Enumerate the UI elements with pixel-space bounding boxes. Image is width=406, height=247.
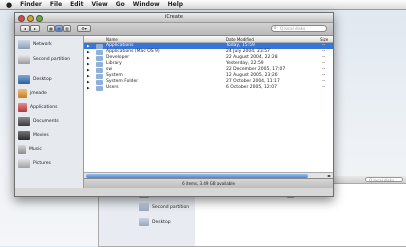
- menu-finder[interactable]: Finder: [20, 1, 42, 8]
- sidebar-item-pictures[interactable]: Pictures: [18, 159, 51, 168]
- folder-icon: [96, 56, 103, 61]
- background-sidebar-item-second-partition[interactable]: Second partition: [139, 203, 189, 211]
- sidebar-item-label: Second partition: [33, 57, 71, 62]
- menu-view[interactable]: View: [91, 1, 107, 8]
- icon-view-button[interactable]: ▦: [47, 25, 55, 32]
- sidebar-item-label: Desktop: [33, 77, 52, 82]
- network-icon: [18, 40, 30, 49]
- window-title: iCreate: [164, 14, 183, 20]
- search-icon: ⌕: [274, 26, 277, 31]
- menu-edit[interactable]: Edit: [70, 1, 83, 8]
- file-date: 6 October 2005, 12:07: [226, 85, 278, 90]
- background-sidebar-label: Desktop: [152, 219, 171, 225]
- column-header-date[interactable]: Date Modified: [226, 37, 254, 42]
- sidebar-item-label: Movies: [33, 133, 49, 138]
- sidebar-item-desktop[interactable]: Desktop: [18, 75, 52, 84]
- folder-icon: [96, 62, 103, 67]
- list-view-button[interactable]: ≡: [55, 25, 63, 32]
- applications-icon: [18, 103, 27, 112]
- list-view-icon: ≡: [57, 26, 61, 31]
- folder-icon: [96, 50, 103, 55]
- sidebar-item-second-partition[interactable]: Second partition: [18, 55, 70, 64]
- toolbar: ◂ ▸ ▦ ≡ ▥ ⚙▾ ⌕ Q local disks: [15, 23, 333, 36]
- sidebar-item-home[interactable]: jmeade: [18, 89, 47, 98]
- gear-icon: ⚙▾: [81, 26, 87, 31]
- sidebar-item-documents[interactable]: Documents: [18, 117, 59, 126]
- column-view-button[interactable]: ▥: [63, 25, 71, 32]
- desktop-icon: [18, 75, 30, 84]
- disk-icon: [18, 55, 30, 64]
- action-menu-button[interactable]: ⚙▾: [77, 25, 91, 32]
- file-list: Name Date Modified Size ▶ Applications T…: [84, 36, 333, 188]
- folder-icon: [96, 80, 103, 85]
- menu-file[interactable]: File: [50, 1, 62, 8]
- file-size: --: [322, 85, 326, 90]
- home-icon: [18, 89, 27, 98]
- folder-icon: [96, 74, 103, 79]
- background-sidebar-item-desktop[interactable]: Desktop: [139, 218, 171, 226]
- folder-icon: [96, 86, 103, 91]
- forward-button[interactable]: ▸: [30, 25, 40, 32]
- pictures-icon: [18, 159, 30, 168]
- sidebar-item-music[interactable]: Music: [18, 145, 42, 154]
- column-header: Name Date Modified Size: [84, 36, 333, 43]
- icon-view-icon: ▦: [49, 26, 53, 31]
- disclosure-triangle-icon[interactable]: ▶: [87, 85, 90, 91]
- folder-icon: [96, 44, 103, 49]
- search-field[interactable]: ⌕ Q local disks: [271, 25, 327, 32]
- apple-menu-icon[interactable]: ●: [6, 1, 12, 9]
- sidebar-item-label: Music: [29, 147, 42, 152]
- title-bar[interactable]: iCreate: [15, 13, 333, 23]
- sidebar-item-label: Applications: [30, 105, 58, 110]
- menu-bar: ● Finder File Edit View Go Window Help: [0, 0, 406, 10]
- column-view-icon: ▥: [65, 26, 69, 31]
- music-icon: [18, 145, 26, 154]
- back-button[interactable]: ◂: [20, 25, 30, 32]
- disk-icon: [139, 203, 149, 211]
- sidebar-item-label: Documents: [33, 119, 59, 124]
- status-bar: 6 items, 3.49 GB available: [84, 178, 333, 188]
- sidebar-item-label: jmeade: [30, 91, 47, 96]
- folder-icon: [96, 68, 103, 73]
- column-header-size[interactable]: Size: [320, 37, 328, 42]
- file-name: Users: [106, 85, 119, 90]
- menu-go[interactable]: Go: [116, 1, 125, 8]
- finder-window: iCreate ◂ ▸ ▦ ≡ ▥ ⚙▾ ⌕ Q local disks Net…: [14, 12, 334, 197]
- table-row[interactable]: ▶ Users 6 October 2005, 12:07 --: [84, 85, 333, 91]
- scroll-arrows-icon[interactable]: ◂▸: [327, 173, 331, 178]
- search-placeholder: Q local disks: [280, 26, 306, 31]
- sidebar-item-movies[interactable]: Movies: [18, 131, 49, 140]
- sidebar-item-applications[interactable]: Applications: [18, 103, 58, 112]
- column-header-name[interactable]: Name: [106, 37, 118, 42]
- sidebar-item-network[interactable]: Network: [18, 40, 52, 49]
- desktop-icon: [139, 218, 149, 226]
- background-sidebar-label: Second partition: [152, 204, 190, 210]
- menu-help[interactable]: Help: [168, 1, 183, 8]
- sidebar: Network Second partition Desktop jmeade …: [15, 36, 84, 188]
- menu-window[interactable]: Window: [133, 1, 160, 8]
- sidebar-item-label: Network: [33, 42, 52, 47]
- movies-icon: [18, 131, 30, 140]
- documents-icon: [18, 117, 30, 126]
- sidebar-item-label: Pictures: [33, 161, 51, 166]
- background-search-field[interactable]: Q local disks: [365, 177, 403, 183]
